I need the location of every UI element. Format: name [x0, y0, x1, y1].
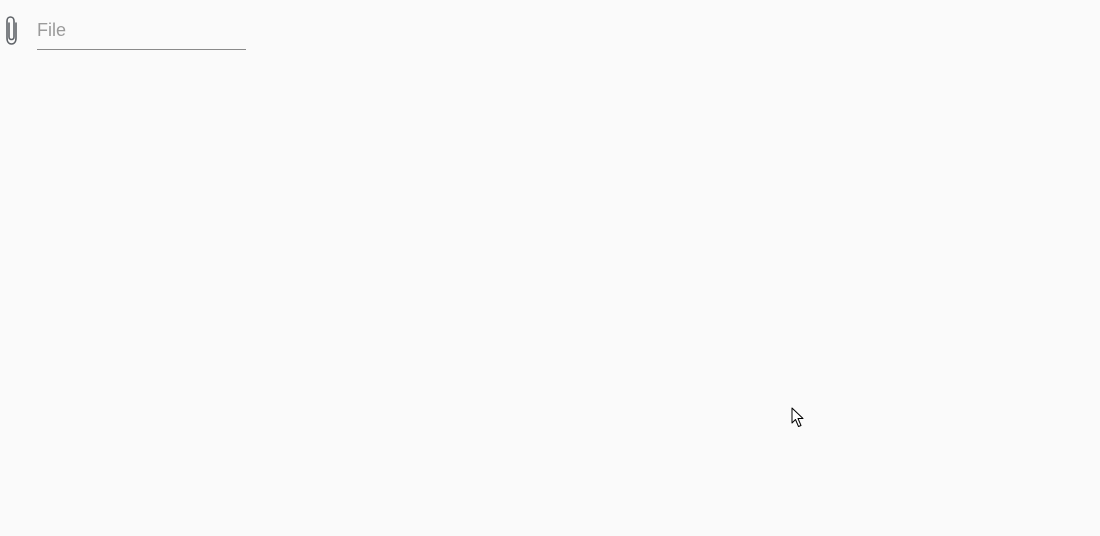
paperclip-icon[interactable] — [1, 15, 23, 47]
file-upload-field[interactable] — [0, 10, 250, 54]
page — [0, 0, 1100, 536]
file-input[interactable] — [37, 17, 246, 50]
mouse-pointer-icon — [791, 407, 807, 429]
